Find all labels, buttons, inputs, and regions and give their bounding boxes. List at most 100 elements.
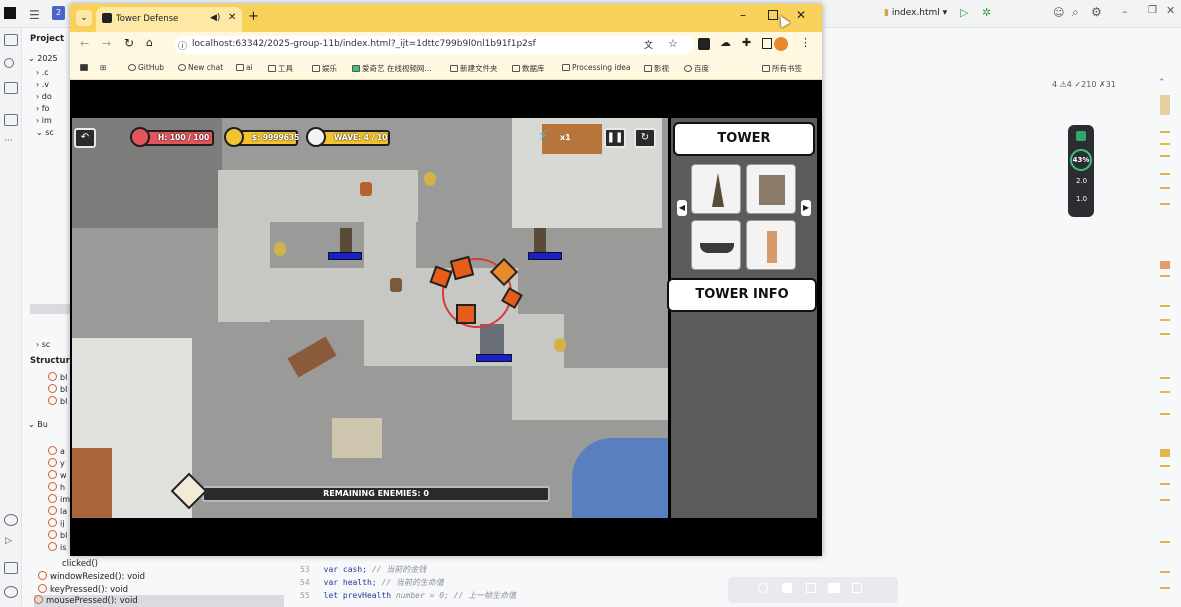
tab-tower-defense[interactable]: Tower Defense ◀) ✕ xyxy=(96,7,242,32)
restore-ide-icon[interactable]: ❐ xyxy=(1148,5,1157,16)
extension-icon[interactable] xyxy=(698,38,710,50)
branch-icon[interactable] xyxy=(4,82,18,94)
tree-row[interactable]: › im xyxy=(36,116,52,125)
bookmark-all[interactable]: 所有书签 xyxy=(762,63,802,74)
collapse-icon[interactable]: ⌃ xyxy=(1158,78,1166,88)
structure-node[interactable]: la xyxy=(48,506,67,516)
grid-icon[interactable]: ⊞ xyxy=(100,63,106,72)
bookmark-github[interactable]: GitHub xyxy=(128,63,164,72)
forward-icon[interactable]: → xyxy=(102,37,111,50)
toolbar-button[interactable] xyxy=(782,583,792,593)
structure-node[interactable]: y xyxy=(48,458,65,468)
structure-node[interactable]: bl xyxy=(48,372,67,382)
prev-towers-button[interactable]: ◀ xyxy=(677,200,687,216)
back-icon[interactable]: ← xyxy=(80,37,89,50)
bookmark-new-folder[interactable]: 新建文件夹 xyxy=(450,63,498,74)
site-info-icon[interactable]: ⓘ xyxy=(178,39,187,52)
structure-node[interactable]: w xyxy=(48,470,67,480)
close-ide-icon[interactable]: ✕ xyxy=(1166,4,1175,17)
apps-icon[interactable] xyxy=(80,63,90,72)
structure-node[interactable]: a xyxy=(48,446,65,456)
tree-row[interactable]: › do xyxy=(36,92,52,101)
back-button[interactable]: ↶ xyxy=(74,128,96,148)
bookmark-new-chat[interactable]: New chat xyxy=(178,63,223,72)
toolbar-button[interactable] xyxy=(758,583,768,593)
lightning-icon[interactable]: ⚡ xyxy=(538,128,548,144)
tower-card-ship[interactable] xyxy=(691,220,741,270)
profile-avatar[interactable] xyxy=(774,37,788,51)
toolbar-button[interactable] xyxy=(806,583,816,593)
project-badge[interactable]: 2 xyxy=(52,6,65,20)
structure-item-mouse-pressed[interactable]: mousePressed(): void xyxy=(34,595,284,607)
project-label[interactable]: Project xyxy=(30,34,64,44)
new-tab-button[interactable]: + xyxy=(248,9,259,24)
bookmark-database[interactable]: 数据库 xyxy=(512,63,545,74)
placed-tower[interactable] xyxy=(480,324,504,354)
structure-node[interactable]: im xyxy=(48,494,70,504)
bookmark-tools[interactable]: 工具 xyxy=(268,63,293,74)
structure-icon[interactable] xyxy=(4,114,18,126)
tower-card-spire[interactable] xyxy=(691,164,741,214)
bookmark-processing-idea[interactable]: Processing idea xyxy=(562,63,631,72)
structure-node[interactable]: bl xyxy=(48,530,67,540)
tab-search-icon[interactable]: ⌄ xyxy=(76,10,92,26)
tree-row[interactable]: › sc xyxy=(36,340,50,349)
restart-button[interactable]: ↻ xyxy=(634,128,656,148)
debug-icon[interactable]: ✲ xyxy=(982,6,991,19)
menu-icon[interactable]: ☰ xyxy=(29,8,40,22)
services-icon[interactable] xyxy=(4,514,18,526)
structure-item-key-pressed[interactable]: keyPressed(): void xyxy=(38,584,128,595)
bookmark-baidu[interactable]: 百度 xyxy=(684,63,709,74)
tower-card-lighthouse[interactable] xyxy=(746,220,796,270)
placed-tower[interactable] xyxy=(340,228,352,252)
pause-button[interactable]: ❚❚ xyxy=(604,128,626,148)
commit-icon[interactable] xyxy=(4,58,14,68)
structure-item-window-resized[interactable]: windowResized(): void xyxy=(38,571,145,582)
tab-close-icon[interactable]: ✕ xyxy=(228,12,236,23)
reload-icon[interactable]: ↻ xyxy=(124,36,134,50)
close-window-icon[interactable]: ✕ xyxy=(796,8,806,22)
bookmark-iqiyi[interactable]: 爱奇艺 在线视频网... xyxy=(352,63,432,74)
placed-tower[interactable] xyxy=(534,228,546,252)
tree-row[interactable]: ⌄ sc xyxy=(36,128,54,137)
user-icon[interactable]: ☺ xyxy=(1053,6,1064,19)
bookmark-entertainment[interactable]: 娱乐 xyxy=(312,63,337,74)
translate-icon[interactable]: 文 xyxy=(644,38,653,51)
minimize-ide-icon[interactable]: – xyxy=(1122,5,1128,18)
bookmark-movies[interactable]: 影视 xyxy=(644,63,669,74)
minimize-icon[interactable]: – xyxy=(740,8,746,22)
search-icon[interactable]: ⌕ xyxy=(1072,5,1079,20)
folder-icon[interactable] xyxy=(4,34,18,46)
url-field[interactable]: ⓘ localhost:63342/2025-group-11b/index.h… xyxy=(174,36,694,54)
structure-node[interactable]: is xyxy=(48,542,66,552)
more-icon[interactable]: ··· xyxy=(4,136,13,146)
bookmark-ai[interactable]: ai xyxy=(236,63,253,72)
structure-item-clicked[interactable]: clicked() xyxy=(62,559,98,569)
game-map[interactable]: ↶ H: 100 / 100 $: 9999635 WAVE: 4 / 10 x… xyxy=(72,118,668,518)
run-icon[interactable]: ▷ xyxy=(960,6,968,19)
cloud-icon[interactable]: ☁ xyxy=(720,36,731,49)
extensions-puzzle-icon[interactable]: ✚ xyxy=(742,36,751,49)
tree-row[interactable]: › fo xyxy=(36,104,49,113)
structure-label[interactable]: Structure xyxy=(30,356,76,366)
terminal-icon[interactable] xyxy=(4,562,18,574)
bookmark-star-icon[interactable]: ☆ xyxy=(668,37,678,50)
browser-menu-icon[interactable]: ⋮ xyxy=(800,36,811,49)
code-editor[interactable]: 53 var cash; // 当前的金钱 54 var health; // 当前… xyxy=(300,558,800,607)
run-panel-icon[interactable]: ▷ xyxy=(5,536,12,546)
next-towers-button[interactable]: ▶ xyxy=(801,200,811,216)
structure-node[interactable]: ij xyxy=(48,518,64,528)
inspection-stats[interactable]: 4 ⚠4 ✓210 ✗31 xyxy=(1052,80,1116,89)
structure-node[interactable]: h xyxy=(48,482,65,492)
settings-icon[interactable]: ⚙ xyxy=(1091,5,1102,19)
toolbar-button[interactable] xyxy=(828,583,840,593)
tree-row[interactable]: › .v xyxy=(36,80,49,89)
game-canvas[interactable]: ↶ H: 100 / 100 $: 9999635 WAVE: 4 / 10 x… xyxy=(72,118,817,518)
home-icon[interactable]: ⌂ xyxy=(146,36,153,49)
audio-icon[interactable]: ◀) xyxy=(210,13,220,23)
tree-row[interactable]: › .c xyxy=(36,68,49,77)
problems-icon[interactable] xyxy=(4,586,18,598)
ide-file-tab[interactable]: ▮ index.html ▾ xyxy=(884,8,947,18)
toolbar-button[interactable] xyxy=(852,583,862,593)
structure-node[interactable]: bl xyxy=(48,384,67,394)
